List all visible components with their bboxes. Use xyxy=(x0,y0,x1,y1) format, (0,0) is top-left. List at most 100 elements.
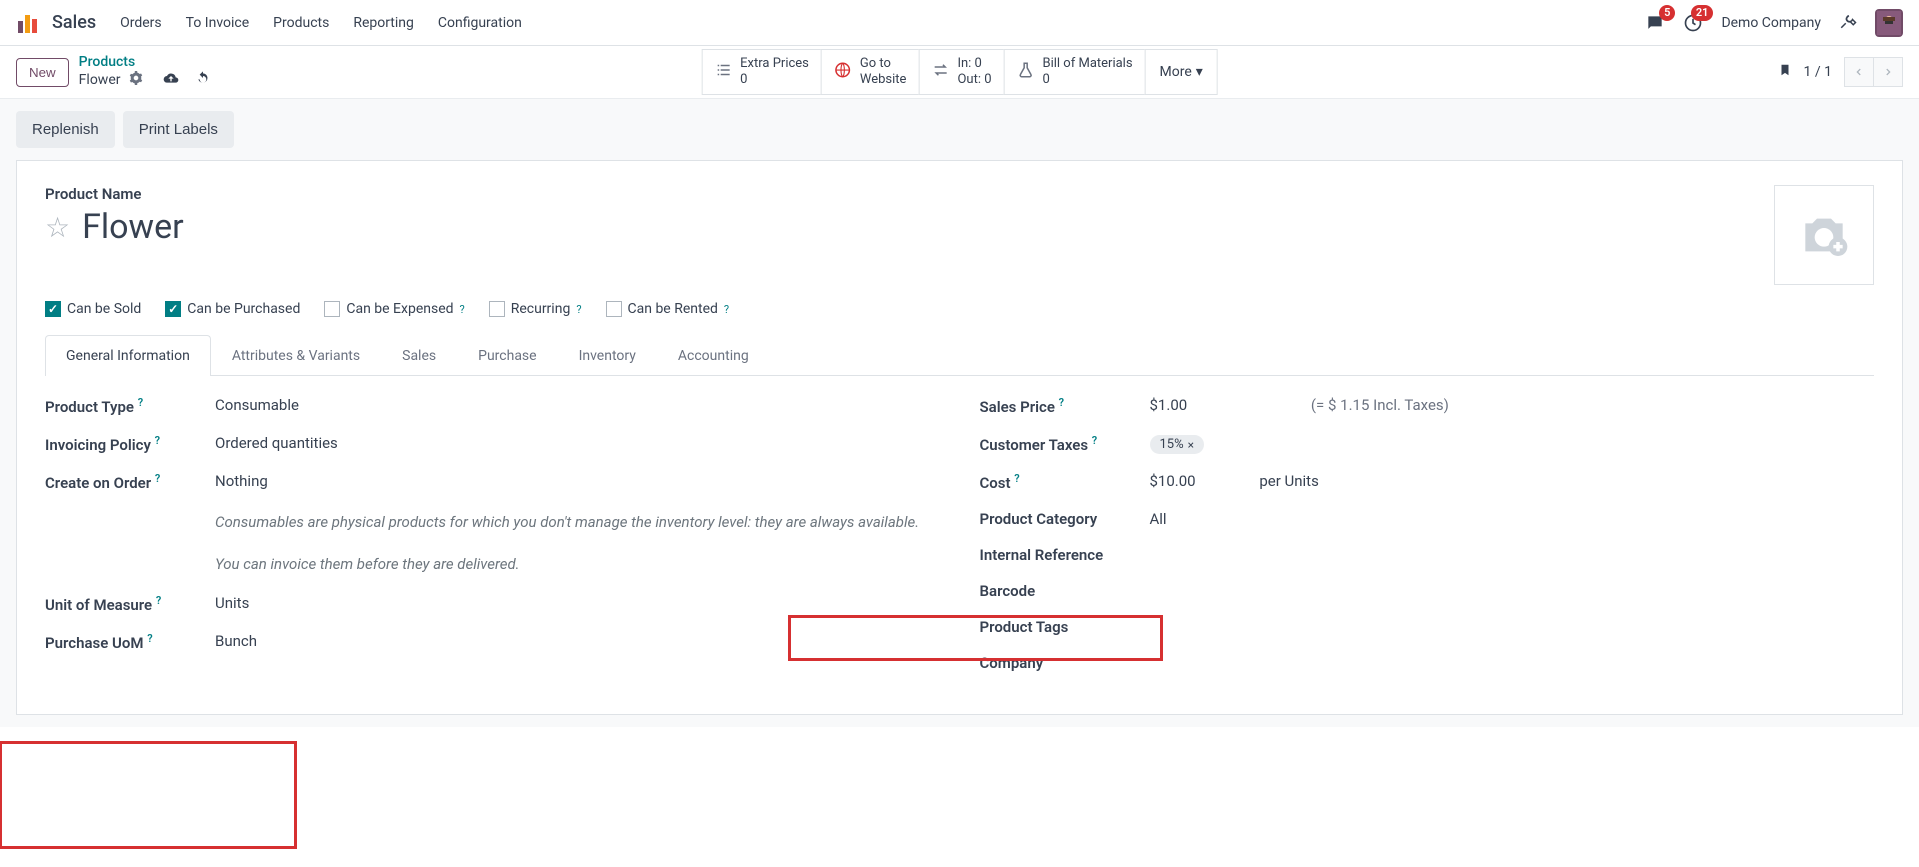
stat-go-to-website[interactable]: Go toWebsite xyxy=(821,49,920,94)
replenish-button[interactable]: Replenish xyxy=(16,111,115,148)
stat-value: 0 xyxy=(1043,72,1133,88)
check-can-be-sold[interactable]: Can be Sold xyxy=(45,301,141,317)
value-create-on-order[interactable]: Nothing xyxy=(215,472,940,492)
value-customer-taxes[interactable]: 15% × xyxy=(1150,434,1875,454)
highlight-cost xyxy=(788,615,1163,661)
menu-to-invoice[interactable]: To Invoice xyxy=(186,15,250,31)
value-product-tags[interactable] xyxy=(1150,618,1875,636)
topnav-right: 5 21 Demo Company xyxy=(1645,9,1903,37)
bars-icon xyxy=(16,11,40,35)
menu-orders[interactable]: Orders xyxy=(120,15,162,31)
value-uom[interactable]: Units xyxy=(215,594,940,614)
help-icon[interactable]: ? xyxy=(1092,434,1097,447)
tabs: General Information Attributes & Variant… xyxy=(45,335,1874,376)
value-internal-reference[interactable] xyxy=(1150,546,1875,564)
value-sales-price[interactable]: $1.00 (= $ 1.15 Incl. Taxes) xyxy=(1150,396,1875,416)
company-name[interactable]: Demo Company xyxy=(1721,15,1821,31)
breadcrumb-parent[interactable]: Products xyxy=(79,54,211,70)
value-invoicing-policy[interactable]: Ordered quantities xyxy=(215,434,940,454)
top-navbar: Sales Orders To Invoice Products Reporti… xyxy=(0,0,1919,46)
pager-prev[interactable] xyxy=(1844,57,1874,87)
check-can-be-purchased[interactable]: Can be Purchased xyxy=(165,301,300,317)
breadcrumb-current-label: Flower xyxy=(79,72,121,88)
menu-configuration[interactable]: Configuration xyxy=(438,15,522,31)
transfer-icon xyxy=(931,61,949,83)
action-buttons: Replenish Print Labels xyxy=(16,111,1903,148)
app-logo[interactable] xyxy=(16,11,40,35)
value-cost[interactable]: $10.00 per Units xyxy=(1150,472,1875,492)
label-product-type: Product Type ? xyxy=(45,396,215,416)
value-company[interactable] xyxy=(1150,654,1875,672)
product-flags: Can be Sold Can be Purchased Can be Expe… xyxy=(45,301,1874,317)
messages-button[interactable]: 5 xyxy=(1645,13,1665,33)
help-icon[interactable]: ? xyxy=(156,594,161,607)
stat-in-out[interactable]: In: 0Out: 0 xyxy=(918,49,1004,94)
more-label: More xyxy=(1160,64,1192,80)
pager-text[interactable]: 1 / 1 xyxy=(1804,64,1832,80)
remove-tax-icon[interactable]: × xyxy=(1188,438,1194,452)
tab-attributes-variants[interactable]: Attributes & Variants xyxy=(211,335,381,376)
stat-extra-prices[interactable]: Extra Prices0 xyxy=(701,49,822,94)
value-barcode[interactable] xyxy=(1150,582,1875,600)
tab-sales[interactable]: Sales xyxy=(381,335,457,376)
check-can-be-rented[interactable]: Can be Rented? xyxy=(606,301,730,317)
cost-per: per Units xyxy=(1259,472,1319,490)
tab-purchase[interactable]: Purchase xyxy=(457,335,557,376)
breadcrumb-current: Flower xyxy=(79,70,211,90)
help-icon[interactable]: ? xyxy=(147,632,152,645)
stat-bom[interactable]: Bill of Materials0 xyxy=(1004,49,1146,94)
favorite-star[interactable]: ☆ xyxy=(45,211,70,244)
stat-label: In: 0 xyxy=(957,56,991,72)
tab-inventory[interactable]: Inventory xyxy=(558,335,657,376)
value-product-type[interactable]: Consumable xyxy=(215,396,940,416)
help-icon[interactable]: ? xyxy=(1059,396,1064,409)
help-icon[interactable]: ? xyxy=(155,434,160,447)
check-label: Can be Expensed xyxy=(346,301,453,317)
stat-label: Extra Prices xyxy=(740,56,809,72)
label-internal-reference: Internal Reference xyxy=(980,546,1150,564)
debug-button[interactable] xyxy=(1839,12,1857,34)
check-label: Can be Sold xyxy=(67,301,141,317)
help-icon[interactable]: ? xyxy=(155,472,160,485)
undo-icon[interactable] xyxy=(195,70,211,90)
cloud-upload-icon[interactable] xyxy=(163,70,179,90)
bookmark-icon[interactable] xyxy=(1778,61,1792,83)
label-customer-taxes: Customer Taxes ? xyxy=(980,434,1150,454)
stat-buttons: Extra Prices0 Go toWebsite In: 0Out: 0 B… xyxy=(701,49,1218,94)
tab-general-information[interactable]: General Information xyxy=(45,335,211,376)
user-avatar[interactable] xyxy=(1875,9,1903,37)
label-create-on-order: Create on Order ? xyxy=(45,472,215,492)
caret-down-icon: ▾ xyxy=(1196,64,1203,80)
help-icon[interactable]: ? xyxy=(1014,472,1019,485)
avatar-icon xyxy=(1877,11,1901,35)
tax-tag[interactable]: 15% × xyxy=(1150,435,1205,454)
check-recurring[interactable]: Recurring? xyxy=(489,301,582,317)
activities-button[interactable]: 21 xyxy=(1683,13,1703,33)
label-barcode: Barcode xyxy=(980,582,1150,600)
more-button[interactable]: More ▾ xyxy=(1145,49,1218,94)
pager: 1 / 1 xyxy=(1778,57,1903,87)
check-label: Can be Rented xyxy=(628,301,718,317)
help-icon[interactable]: ? xyxy=(138,396,143,409)
help-icon[interactable]: ? xyxy=(724,303,729,316)
value-product-category[interactable]: All xyxy=(1150,510,1875,528)
tab-accounting[interactable]: Accounting xyxy=(657,335,770,376)
print-labels-button[interactable]: Print Labels xyxy=(123,111,234,148)
label-invoicing-policy: Invoicing Policy ? xyxy=(45,434,215,454)
check-label: Recurring xyxy=(511,301,571,317)
menu-products[interactable]: Products xyxy=(273,15,329,31)
form-sheet: Product Name ☆ Flower Can be Sold Can be… xyxy=(16,160,1903,715)
stat-label: Bill of Materials xyxy=(1043,56,1133,72)
check-label: Can be Purchased xyxy=(187,301,300,317)
help-icon[interactable]: ? xyxy=(576,303,581,316)
pager-next[interactable] xyxy=(1873,57,1903,87)
app-name[interactable]: Sales xyxy=(52,12,96,33)
product-image-upload[interactable] xyxy=(1774,185,1874,285)
product-title[interactable]: Flower xyxy=(82,207,184,247)
help-icon[interactable]: ? xyxy=(460,303,465,316)
chevron-left-icon xyxy=(1854,67,1864,77)
menu-reporting[interactable]: Reporting xyxy=(353,15,414,31)
check-can-be-expensed[interactable]: Can be Expensed? xyxy=(324,301,464,317)
gear-icon[interactable] xyxy=(129,71,143,89)
new-button[interactable]: New xyxy=(16,58,69,87)
